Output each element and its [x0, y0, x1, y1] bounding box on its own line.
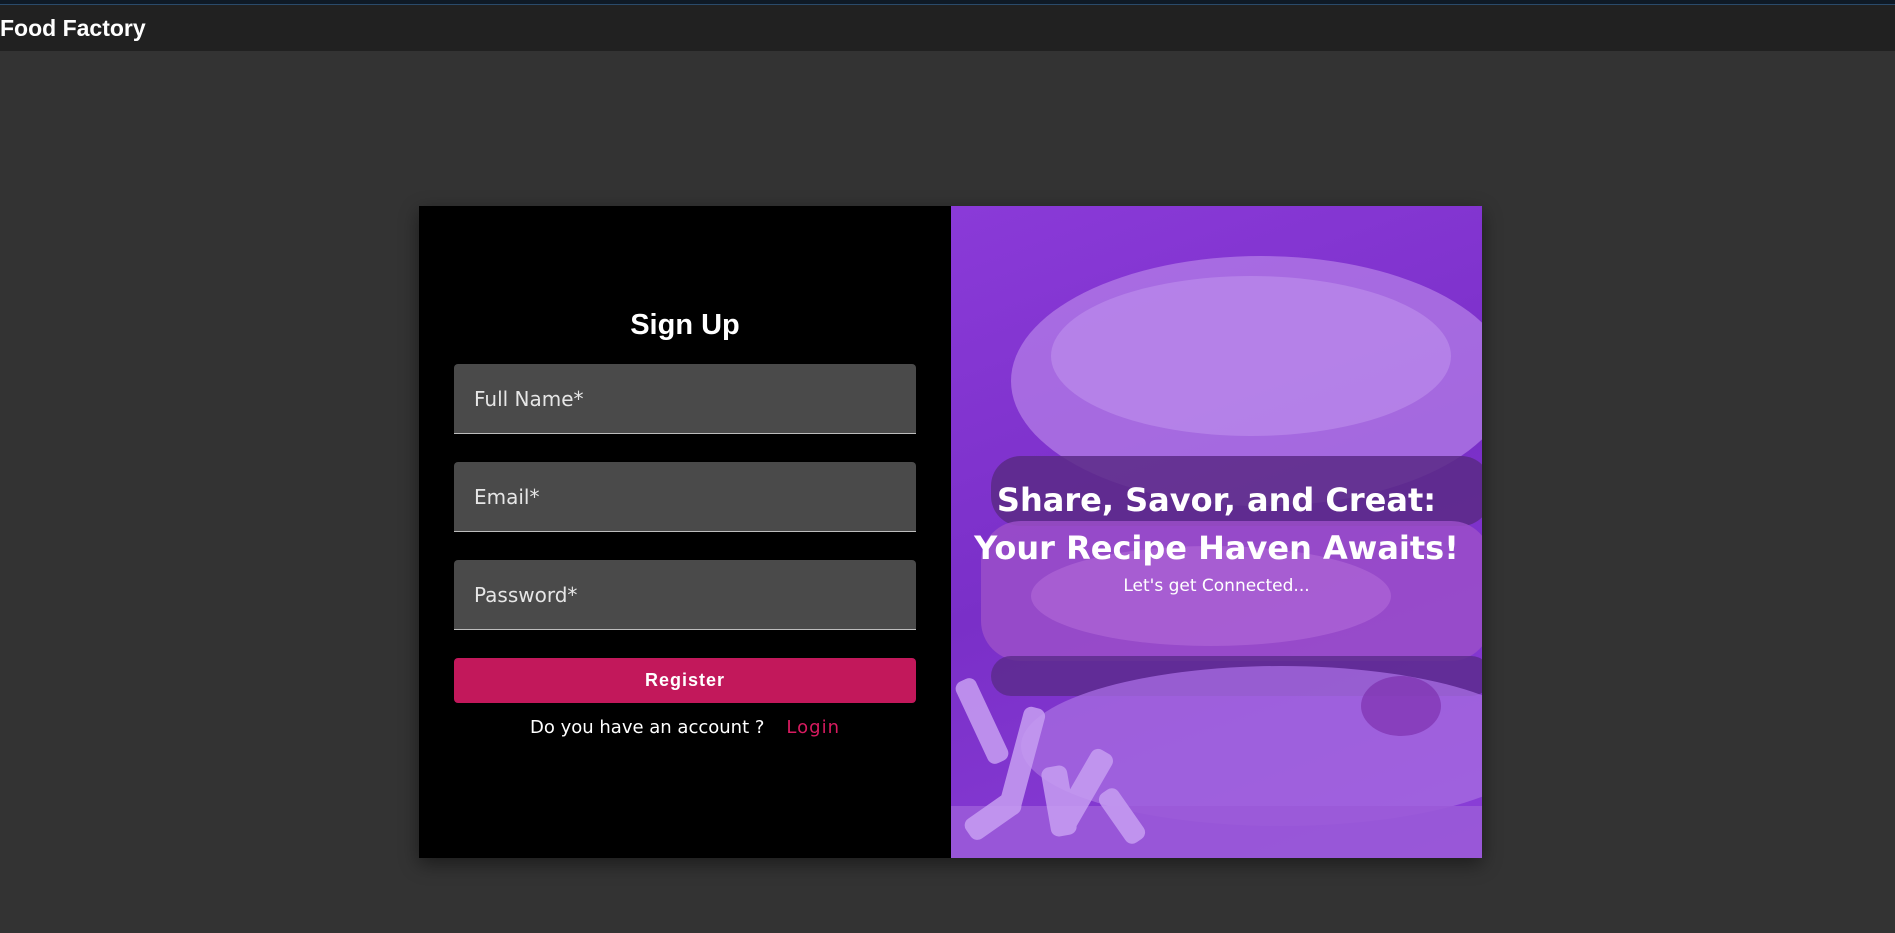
signup-card: Sign Up Full Name* Email* Password* Regi… [419, 206, 1482, 858]
account-question: Do you have an account ? [530, 717, 765, 738]
signup-title: Sign Up [630, 309, 740, 341]
hero-panel: Share, Savor, and Creat: Your Recipe Hav… [951, 206, 1482, 858]
hero-text: Share, Savor, and Creat: Your Recipe Hav… [951, 476, 1482, 596]
app-bar: Food Factory [0, 5, 1895, 51]
full-name-placeholder: Full Name* [474, 386, 584, 411]
email-placeholder: Email* [474, 484, 540, 509]
hero-headline: Share, Savor, and Creat: Your Recipe Hav… [974, 481, 1459, 567]
hero-subtext: Let's get Connected... [1123, 576, 1310, 596]
register-button[interactable]: Register [454, 658, 916, 703]
account-prompt: Do you have an account ? Login [530, 717, 840, 738]
login-link[interactable]: Login [786, 717, 840, 738]
email-field[interactable]: Email* [454, 462, 916, 532]
brand-title[interactable]: Food Factory [0, 15, 146, 42]
signup-form-panel: Sign Up Full Name* Email* Password* Regi… [419, 206, 951, 858]
password-placeholder: Password* [474, 582, 578, 607]
password-field[interactable]: Password* [454, 560, 916, 630]
full-name-field[interactable]: Full Name* [454, 364, 916, 434]
